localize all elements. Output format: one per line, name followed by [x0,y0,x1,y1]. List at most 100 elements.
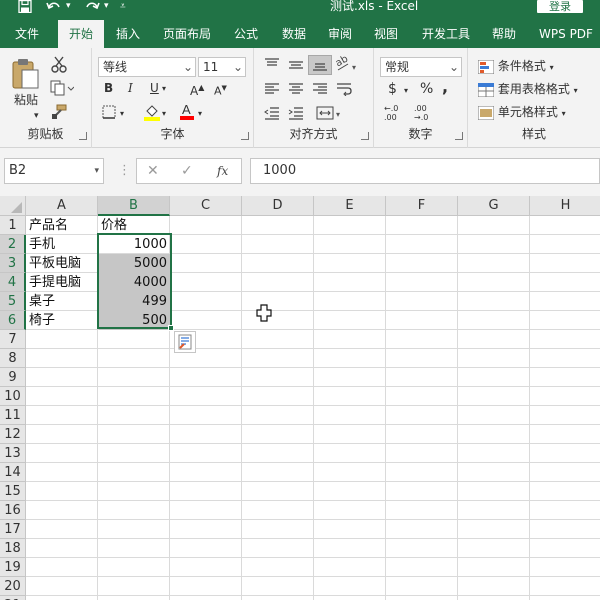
font-launcher-icon[interactable] [241,132,249,140]
wrap-text-icon[interactable] [336,82,354,100]
tab-view[interactable]: 视图 [368,20,404,48]
shrink-font-button[interactable]: A▼ [214,80,227,100]
bold-button[interactable]: B [104,80,113,96]
tab-insert[interactable]: 插入 [110,20,146,48]
currency-button[interactable]: $ [388,81,397,97]
select-all-corner[interactable] [0,196,26,216]
font-name-select[interactable]: 等线 ⌄ [98,57,196,77]
row-header-21[interactable]: 21 [0,596,26,600]
quick-analysis-button[interactable] [174,331,196,353]
row-header-18[interactable]: 18 [0,539,26,558]
cancel-icon[interactable]: ✕ [147,162,159,180]
formula-input[interactable]: 1000 [250,158,600,184]
row-header-6[interactable]: 6 [0,311,26,330]
merge-center-icon[interactable]: ▾ [316,106,344,124]
column-header-a[interactable]: A [26,196,98,216]
format-painter-icon[interactable] [50,104,68,124]
tab-page-layout[interactable]: 页面布局 [158,20,216,48]
undo-dropdown-icon[interactable]: ▾ [66,0,71,14]
clipboard-launcher-icon[interactable] [79,132,87,140]
name-box[interactable]: B2 ▾ [4,158,104,184]
grow-font-button[interactable]: A▲ [190,80,204,99]
row-header-14[interactable]: 14 [0,463,26,482]
increase-indent-icon[interactable] [288,106,304,124]
alignment-launcher-icon[interactable] [361,132,369,140]
orientation-icon[interactable]: ab ▾ [334,54,358,76]
underline-dropdown-icon[interactable]: ▾ [162,81,166,97]
undo-icon[interactable] [46,0,62,14]
cell-a4[interactable]: 手提电脑 [26,273,98,292]
row-header-17[interactable]: 17 [0,520,26,539]
paste-dropdown-icon[interactable]: ▾ [34,108,39,124]
align-left-icon[interactable] [264,82,280,100]
fill-color-dropdown-icon[interactable]: ▾ [162,106,166,122]
tab-help[interactable]: 帮助 [486,20,522,48]
tab-review[interactable]: 审阅 [322,20,358,48]
number-format-select[interactable]: 常规 ⌄ [380,57,462,77]
tab-developer[interactable]: 开发工具 [416,20,476,48]
row-header-2[interactable]: 2 [0,235,26,254]
row-header-10[interactable]: 10 [0,387,26,406]
row-header-15[interactable]: 15 [0,482,26,501]
row-header-3[interactable]: 3 [0,254,26,273]
decrease-decimal-button[interactable]: .00 →.0 [414,104,438,122]
column-header-e[interactable]: E [314,196,386,216]
row-header-12[interactable]: 12 [0,425,26,444]
font-size-select[interactable]: 11 ⌄ [198,57,246,77]
row-header-1[interactable]: 1 [0,216,26,235]
cell-a5[interactable]: 桌子 [26,292,98,311]
align-middle-icon[interactable] [288,58,304,76]
column-header-c[interactable]: C [170,196,242,216]
login-button[interactable]: 登录 [537,0,583,13]
enter-icon[interactable]: ✓ [181,162,193,180]
insert-function-icon[interactable]: fx [217,162,228,180]
increase-decimal-button[interactable]: ←.0 .00 [384,104,408,122]
column-header-f[interactable]: F [386,196,458,216]
tab-data[interactable]: 数据 [276,20,312,48]
borders-icon[interactable] [102,105,116,123]
customize-qat-icon[interactable]: ⩡ [120,0,126,14]
font-color-icon[interactable]: A [180,102,194,124]
row-header-19[interactable]: 19 [0,558,26,577]
row-header-20[interactable]: 20 [0,577,26,596]
redo-dropdown-icon[interactable]: ▾ [104,0,109,14]
borders-dropdown-icon[interactable]: ▾ [120,106,124,122]
cell-a6[interactable]: 椅子 [26,311,98,330]
align-top-icon[interactable] [264,58,280,76]
column-header-g[interactable]: G [458,196,530,216]
align-center-icon[interactable] [288,82,304,100]
row-header-7[interactable]: 7 [0,330,26,349]
cell-a2[interactable]: 手机 [26,235,98,254]
row-header-13[interactable]: 13 [0,444,26,463]
row-header-8[interactable]: 8 [0,349,26,368]
tab-wps-pdf[interactable]: WPS PDF [534,20,598,48]
decrease-indent-icon[interactable] [264,106,280,124]
comma-button[interactable]: , [442,79,448,95]
redo-icon[interactable] [84,0,100,14]
paste-button[interactable]: 粘贴 [14,92,38,108]
row-header-9[interactable]: 9 [0,368,26,387]
italic-button[interactable]: I [128,80,133,96]
currency-dropdown-icon[interactable]: ▾ [404,83,408,99]
paste-icon[interactable] [10,58,40,94]
underline-button[interactable]: U [150,80,159,96]
row-header-5[interactable]: 5 [0,292,26,311]
column-header-d[interactable]: D [242,196,314,216]
save-icon[interactable] [18,0,32,14]
column-header-b[interactable]: B [98,196,170,216]
column-header-h[interactable]: H [530,196,600,216]
format-as-table-button[interactable]: 套用表格格式 ▾ [478,81,578,99]
percent-button[interactable]: % [420,81,433,97]
row-header-16[interactable]: 16 [0,501,26,520]
tab-formulas[interactable]: 公式 [228,20,264,48]
cut-icon[interactable] [50,56,68,78]
row-header-11[interactable]: 11 [0,406,26,425]
font-color-dropdown-icon[interactable]: ▾ [198,106,202,122]
copy-icon[interactable] [50,80,75,100]
fill-color-icon[interactable] [144,103,160,125]
conditional-formatting-button[interactable]: 条件格式 ▾ [478,58,554,76]
tab-file[interactable]: 文件 [8,20,46,48]
tab-home[interactable]: 开始 [58,20,104,48]
align-bottom-icon[interactable] [308,55,332,75]
align-right-icon[interactable] [312,82,328,100]
